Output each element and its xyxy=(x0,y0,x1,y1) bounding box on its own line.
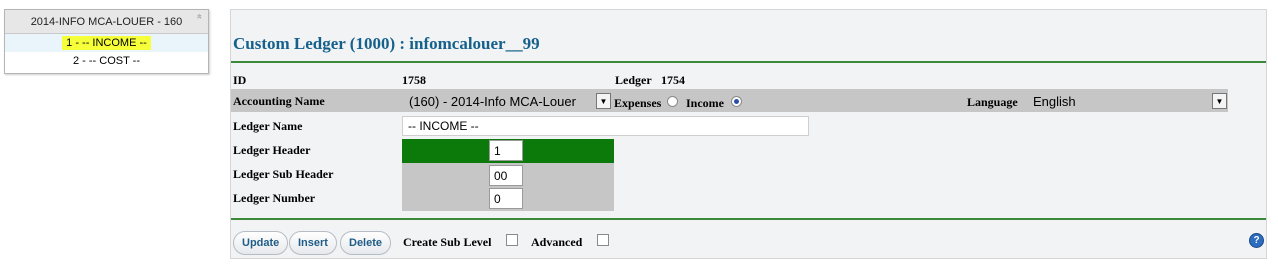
ledger-number-label: Ledger Number xyxy=(233,191,316,205)
tree-title: 2014-INFO MCA-LOUER - 160 xyxy=(30,15,183,28)
ledger-number-input[interactable]: 0 xyxy=(489,188,523,209)
tree-item-cost[interactable]: 2 - -- COST -- xyxy=(5,52,208,70)
update-button[interactable]: Update xyxy=(233,231,289,255)
insert-button[interactable]: Insert xyxy=(289,231,337,255)
income-radio[interactable] xyxy=(731,96,742,107)
help-icon[interactable]: ? xyxy=(1249,233,1264,248)
expenses-radio[interactable] xyxy=(667,96,678,107)
page-title: Custom Ledger (1000) : infomcalouer__99 xyxy=(233,34,540,53)
accounting-name-value: (160) - 2014-Info MCA-Louer xyxy=(409,93,576,109)
divider-top xyxy=(231,61,1266,63)
language-value: English xyxy=(1033,93,1076,109)
delete-button[interactable]: Delete xyxy=(340,231,392,255)
accounting-name-select[interactable]: (160) - 2014-Info MCA-Louer ▼ xyxy=(404,91,611,111)
tree-item-income[interactable]: 1 - -- INCOME -- xyxy=(5,34,208,52)
accounting-name-label: Accounting Name xyxy=(233,94,325,108)
id-label: ID xyxy=(233,73,247,87)
ledger-name-input[interactable]: -- INCOME -- xyxy=(402,116,809,136)
create-sub-level-label: Create Sub Level xyxy=(403,235,492,249)
divider-bottom xyxy=(231,218,1266,220)
expenses-label: Expenses xyxy=(614,96,662,110)
ledger-sub-header-label: Ledger Sub Header xyxy=(233,167,334,181)
ledger-label: Ledger xyxy=(615,73,652,87)
ledger-header-input[interactable]: 1 xyxy=(489,140,523,161)
tree-item-label: 2 - -- COST -- xyxy=(72,55,140,67)
language-select[interactable]: English ▼ xyxy=(1028,91,1227,111)
create-sub-level-checkbox[interactable] xyxy=(506,234,518,246)
collapse-icon[interactable]: « xyxy=(195,14,205,19)
chevron-down-icon[interactable]: ▼ xyxy=(596,93,611,109)
ledger-sub-header-input[interactable]: 00 xyxy=(489,165,523,186)
language-label: Language xyxy=(967,95,1018,109)
advanced-label: Advanced xyxy=(531,235,583,249)
tree-header[interactable]: 2014-INFO MCA-LOUER - 160 « xyxy=(5,10,208,34)
ledger-name-label: Ledger Name xyxy=(233,119,303,133)
income-label: Income xyxy=(686,96,724,110)
chevron-down-icon[interactable]: ▼ xyxy=(1212,93,1227,109)
ledger-tree-panel: 2014-INFO MCA-LOUER - 160 « 1 - -- INCOM… xyxy=(4,9,209,74)
custom-ledger-form: Custom Ledger (1000) : infomcalouer__99 … xyxy=(230,9,1267,259)
tree-item-label: 1 - -- INCOME -- xyxy=(62,36,151,50)
ledger-header-label: Ledger Header xyxy=(233,143,311,157)
id-value: 1758 xyxy=(402,73,426,87)
ledger-value: 1754 xyxy=(661,73,685,87)
advanced-checkbox[interactable] xyxy=(597,234,609,246)
